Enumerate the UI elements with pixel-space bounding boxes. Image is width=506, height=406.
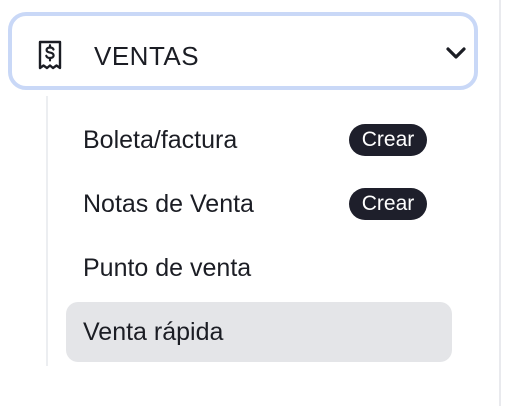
menu-item-boleta-factura[interactable]: Boleta/factura Crear: [66, 110, 452, 170]
receipt-dollar-icon: [38, 40, 62, 70]
ventas-section-header[interactable]: VENTAS: [8, 12, 478, 90]
submenu-tree-line: [46, 96, 48, 366]
crear-badge-button[interactable]: Crear: [349, 124, 427, 156]
menu-item-punto-de-venta[interactable]: Punto de venta: [66, 238, 452, 298]
menu-item-label: Notas de Venta: [83, 190, 254, 218]
sidebar-panel: VENTAS Boleta/factura Crear Notas de Ven…: [0, 0, 506, 406]
menu-item-notas-de-venta[interactable]: Notas de Venta Crear: [66, 174, 452, 234]
menu-item-label: Boleta/factura: [83, 126, 238, 154]
crear-badge-button[interactable]: Crear: [349, 188, 427, 220]
section-title: VENTAS: [94, 41, 200, 71]
menu-item-label: Venta rápida: [83, 318, 224, 346]
menu-item-venta-rapida[interactable]: Venta rápida: [66, 302, 452, 362]
panel-divider: [499, 0, 501, 406]
chevron-down-icon[interactable]: [445, 44, 467, 62]
menu-item-label: Punto de venta: [83, 254, 252, 282]
